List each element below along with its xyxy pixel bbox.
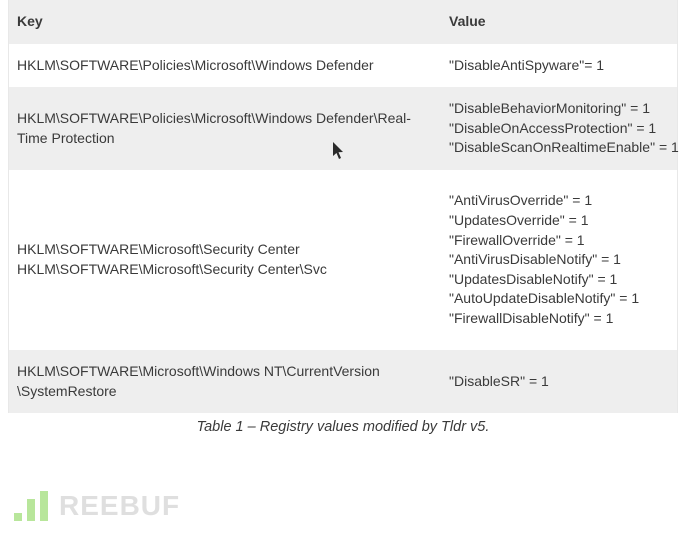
value-text: "AntiVirusOverride" = 1 [449,191,669,211]
value-text: "DisableSR" = 1 [449,372,669,392]
registry-table: Key Value HKLM\SOFTWARE\Policies\Microsoft… [8,0,678,413]
key-text: HKLM\SOFTWARE\Policies\Microsoft\Windows… [17,109,433,129]
value-text: "DisableScanOnRealtimeEnable" = 1 [449,138,679,158]
key-text: Time Protection [17,129,433,149]
watermark-bars-icon [14,491,53,521]
value-text: "AntiVirusDisableNotify" = 1 [449,250,669,270]
watermark-text: REEBUF [59,490,180,522]
table-row: HKLM\SOFTWARE\Microsoft\Windows NT\Curre… [9,350,677,413]
registry-key: HKLM\SOFTWARE\Policies\Microsoft\Windows… [9,97,441,160]
registry-value: "DisableAntiSpyware"= 1 [441,44,677,88]
table-header: Key Value [9,0,677,44]
caption-prefix: Table 1 – [197,419,260,435]
key-text: HKLM\SOFTWARE\Microsoft\Windows NT\Curre… [17,362,433,382]
value-text: "FirewallOverride" = 1 [449,231,669,251]
table-row: HKLM\SOFTWARE\Policies\Microsoft\Windows… [9,44,677,88]
table-row: HKLM\SOFTWARE\Policies\Microsoft\Windows… [9,87,677,170]
key-text: HKLM\SOFTWARE\Microsoft\Security Center [17,240,433,260]
value-text: Value [449,12,669,32]
value-text: "DisableAntiSpyware"= 1 [449,56,669,76]
caption-text: Registry values modified by Tldr v5. [260,419,490,435]
watermark: REEBUF [14,490,180,522]
header-key: Key [9,0,441,44]
value-text: "FirewallDisableNotify" = 1 [449,309,669,329]
table-caption: Table 1 – Registry values modified by Tl… [8,419,678,435]
header-value: Value [441,0,677,44]
value-text: "UpdatesOverride" = 1 [449,211,669,231]
value-text: "AutoUpdateDisableNotify" = 1 [449,289,669,309]
key-text: Key [17,12,433,32]
registry-key: HKLM\SOFTWARE\Microsoft\Windows NT\Curre… [9,350,441,413]
registry-value: "DisableBehaviorMonitoring" = 1"DisableO… [441,87,687,170]
table-row: HKLM\SOFTWARE\Microsoft\Security CenterH… [9,170,677,350]
registry-key: HKLM\SOFTWARE\Microsoft\Security CenterH… [9,228,441,291]
key-text: HKLM\SOFTWARE\Policies\Microsoft\Windows… [17,56,433,76]
key-text: HKLM\SOFTWARE\Microsoft\Security Center\… [17,260,433,280]
registry-value: "DisableSR" = 1 [441,360,677,404]
registry-key: HKLM\SOFTWARE\Policies\Microsoft\Windows… [9,44,441,88]
value-text: "DisableBehaviorMonitoring" = 1 [449,99,679,119]
registry-value: "AntiVirusOverride" = 1"UpdatesOverride"… [441,179,677,340]
key-text: \SystemRestore [17,382,433,402]
value-text: "DisableOnAccessProtection" = 1 [449,119,679,139]
value-text: "UpdatesDisableNotify" = 1 [449,270,669,290]
